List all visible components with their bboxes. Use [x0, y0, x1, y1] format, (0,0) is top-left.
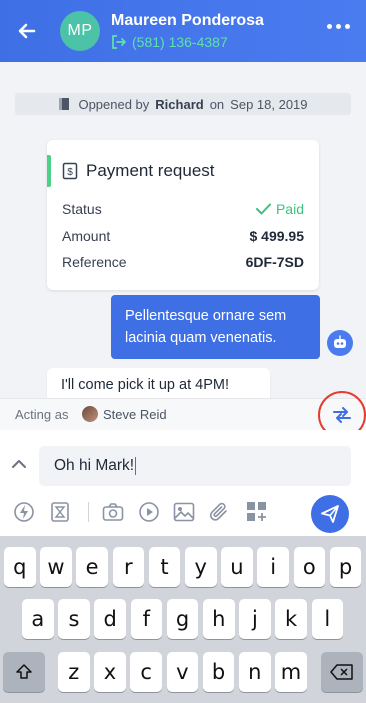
apps-icon[interactable]	[245, 500, 269, 524]
swap-arrows-icon	[333, 407, 351, 423]
key-s[interactable]: s	[58, 599, 90, 639]
backspace-key[interactable]	[321, 652, 363, 692]
back-arrow-icon[interactable]	[14, 18, 40, 44]
key-j[interactable]: j	[239, 599, 271, 639]
opened-mid: on	[209, 96, 225, 112]
key-b[interactable]: b	[202, 652, 235, 692]
backspace-icon	[330, 664, 353, 680]
status-label: Status	[62, 201, 102, 217]
key-n[interactable]: n	[239, 652, 271, 692]
dollar-receipt-icon: $	[62, 162, 78, 180]
shift-icon	[16, 664, 32, 679]
amount-value: $ 499.95	[249, 228, 305, 244]
toolbar-divider	[88, 502, 89, 522]
reference-value: 6DF-7SD	[245, 254, 304, 270]
key-e[interactable]: e	[76, 547, 108, 587]
opened-date: Sep 18, 2019	[230, 96, 308, 112]
key-l[interactable]: l	[311, 599, 344, 639]
bot-avatar-icon	[327, 330, 353, 356]
key-g[interactable]: g	[166, 599, 199, 639]
message-input[interactable]: Oh hi Mark!	[39, 446, 351, 486]
camera-icon[interactable]	[101, 500, 125, 524]
outgoing-message[interactable]: Pellentesque ornare sem lacinia quam ven…	[111, 295, 320, 359]
key-f[interactable]: f	[130, 599, 163, 639]
payment-title-row: $ Payment request	[62, 161, 215, 181]
contact-name[interactable]: Maureen Ponderosa	[111, 12, 264, 30]
composer-toolbar	[0, 495, 366, 533]
key-m[interactable]: m	[275, 652, 307, 692]
attachment-icon[interactable]	[207, 500, 231, 524]
composer: Oh hi Mark!	[0, 430, 366, 536]
payment-title: Payment request	[86, 161, 215, 180]
more-options-icon[interactable]	[327, 24, 350, 29]
key-t[interactable]: t	[148, 547, 181, 587]
acting-as-bar: Acting as Steve Reid	[0, 391, 366, 439]
card-accent	[47, 155, 51, 187]
key-k[interactable]: k	[275, 599, 307, 639]
key-y[interactable]: y	[185, 547, 217, 587]
payment-row-status: Status Paid	[62, 201, 304, 217]
payment-row-reference: Reference 6DF-7SD	[62, 254, 304, 270]
amount-label: Amount	[62, 228, 111, 244]
key-v[interactable]: v	[166, 652, 199, 692]
opened-by-notice: Oppened by Richard on Sep 18, 2019	[15, 93, 351, 115]
door-icon	[59, 98, 70, 110]
exit-door-icon	[112, 35, 126, 49]
chat-header: MP Maureen Ponderosa (581) 136-4387	[0, 0, 366, 62]
template-icon[interactable]	[48, 500, 72, 524]
agent-avatar	[82, 406, 98, 422]
payment-row-amount: Amount $ 499.95	[62, 228, 304, 244]
key-q[interactable]: q	[4, 547, 36, 587]
video-icon[interactable]	[137, 500, 161, 524]
contact-avatar[interactable]: MP	[60, 11, 100, 51]
key-u[interactable]: u	[221, 547, 253, 587]
shift-key[interactable]	[3, 652, 45, 692]
contact-phone: (581) 136-4387	[132, 34, 228, 50]
lightning-icon[interactable]	[12, 500, 36, 524]
chevron-up-icon[interactable]	[10, 457, 28, 471]
key-h[interactable]: h	[203, 599, 235, 639]
incoming-message[interactable]: I'll come pick it up at 4PM!	[47, 368, 270, 398]
status-value: Paid	[255, 201, 304, 217]
contact-phone-row[interactable]: (581) 136-4387	[111, 34, 228, 50]
send-icon	[321, 505, 339, 523]
acting-as-name[interactable]: Steve Reid	[103, 407, 167, 422]
key-o[interactable]: o	[293, 547, 326, 587]
key-r[interactable]: r	[112, 547, 145, 587]
key-w[interactable]: w	[40, 547, 72, 587]
acting-as-label: Acting as	[15, 407, 69, 422]
opened-by-name: Richard	[155, 96, 204, 112]
send-button[interactable]	[311, 495, 349, 533]
image-icon[interactable]	[172, 500, 196, 524]
check-icon	[255, 203, 271, 215]
key-x[interactable]: x	[94, 652, 126, 692]
key-z[interactable]: z	[58, 652, 90, 692]
on-screen-keyboard: qwertyuiop asdfghjkl zxcvbnm	[0, 536, 366, 703]
reference-label: Reference	[62, 254, 127, 270]
payment-request-card[interactable]: $ Payment request Status Paid Amount $ 4…	[47, 140, 319, 290]
opened-prefix: Oppened by	[78, 96, 150, 112]
key-i[interactable]: i	[257, 547, 289, 587]
conversation-area: Oppened by Richard on Sep 18, 2019 $ Pay…	[0, 62, 366, 398]
key-d[interactable]: d	[94, 599, 126, 639]
key-a[interactable]: a	[22, 599, 54, 639]
key-p[interactable]: p	[329, 547, 362, 587]
svg-text:$: $	[67, 167, 73, 178]
key-c[interactable]: c	[130, 652, 162, 692]
